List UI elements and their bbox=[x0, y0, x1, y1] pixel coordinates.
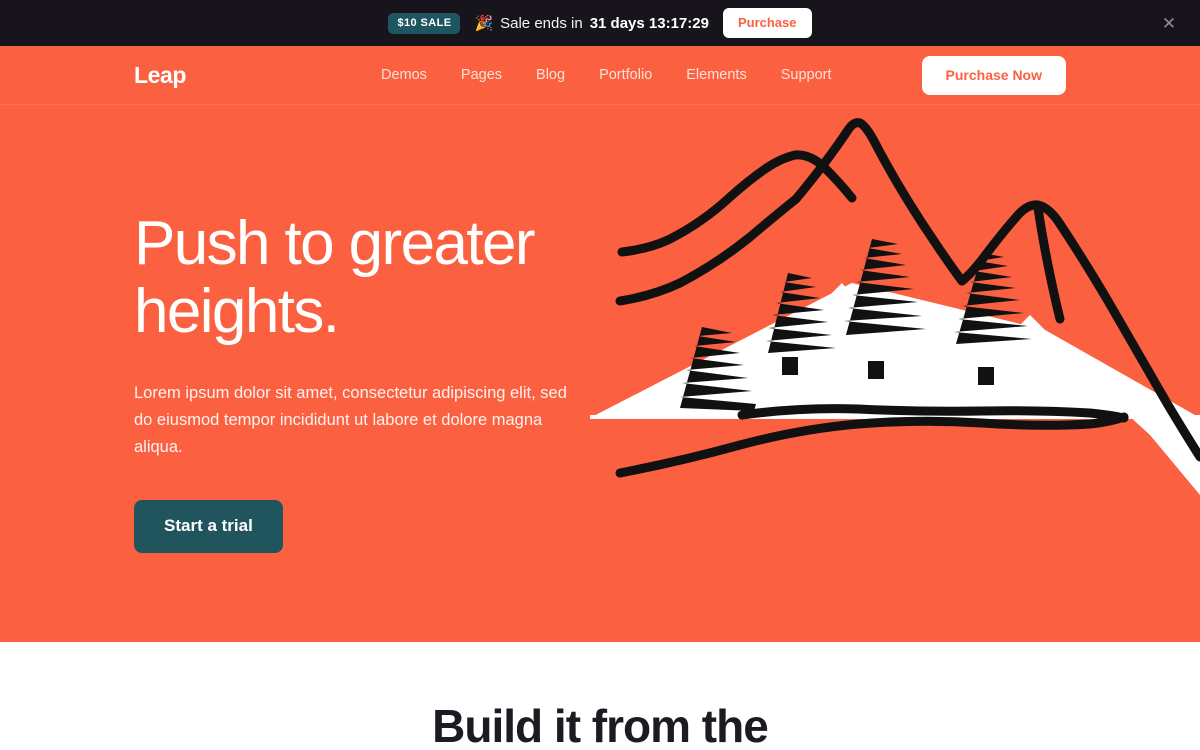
promo-message: 🎉 Sale ends in 31 days 13:17:29 bbox=[474, 15, 709, 32]
party-popper-icon: 🎉 bbox=[474, 14, 494, 32]
close-icon[interactable]: ✕ bbox=[1156, 10, 1182, 36]
nav-item-portfolio[interactable]: Portfolio bbox=[599, 67, 652, 83]
sale-badge: $10 SALE bbox=[388, 12, 461, 34]
features-section: Build it from the bbox=[0, 642, 1200, 750]
hero-section: Leap Demos Pages Blog Portfolio Elements… bbox=[0, 46, 1200, 642]
purchase-now-button[interactable]: Purchase Now bbox=[921, 55, 1066, 96]
nav-item-blog[interactable]: Blog bbox=[536, 67, 565, 83]
promo-content: $10 SALE 🎉 Sale ends in 31 days 13:17:29… bbox=[388, 8, 812, 38]
mountain-illustration bbox=[590, 105, 1200, 642]
nav-item-demos[interactable]: Demos bbox=[381, 67, 427, 83]
nav-item-pages[interactable]: Pages bbox=[461, 67, 502, 83]
promo-banner: $10 SALE 🎉 Sale ends in 31 days 13:17:29… bbox=[0, 0, 1200, 46]
nav-item-support[interactable]: Support bbox=[781, 67, 832, 83]
hero-body: Push to greater heights. Lorem ipsum dol… bbox=[0, 105, 1200, 642]
hero-title: Push to greater heights. bbox=[134, 209, 536, 346]
site-header: Leap Demos Pages Blog Portfolio Elements… bbox=[0, 46, 1200, 105]
promo-message-label: Sale ends in bbox=[500, 14, 583, 32]
main-navigation: Demos Pages Blog Portfolio Elements Supp… bbox=[381, 55, 1066, 96]
brand-logo[interactable]: Leap bbox=[134, 64, 186, 87]
hero-subtitle: Lorem ipsum dolor sit amet, consectetur … bbox=[134, 384, 567, 456]
start-trial-button[interactable]: Start a trial bbox=[134, 500, 283, 553]
nav-item-elements[interactable]: Elements bbox=[686, 67, 746, 83]
promo-purchase-button[interactable]: Purchase bbox=[722, 8, 812, 38]
promo-countdown-timer: 31 days 13:17:29 bbox=[589, 14, 709, 32]
features-heading: Build it from the bbox=[432, 700, 769, 750]
hero-copy: Push to greater heights. Lorem ipsum dol… bbox=[134, 210, 604, 553]
